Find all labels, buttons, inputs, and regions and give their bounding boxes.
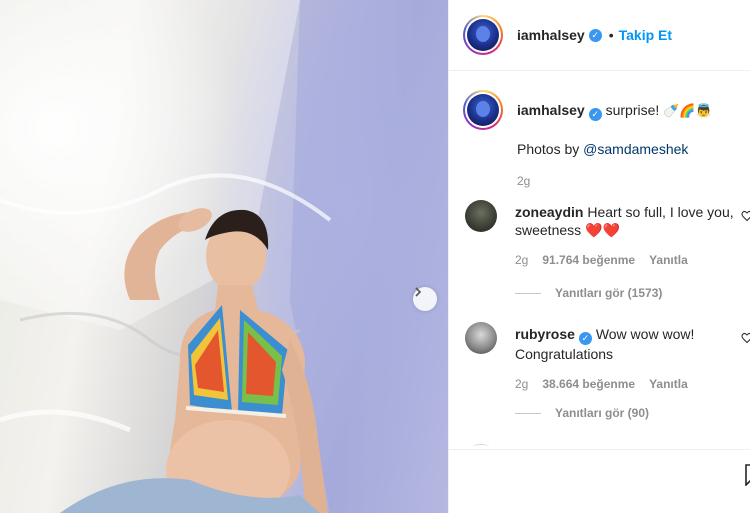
comment-username[interactable]: zoneaydin	[515, 204, 583, 220]
reply-button[interactable]: Yanıtla	[649, 253, 688, 267]
caption-mention-link[interactable]: @samdameshek	[583, 141, 688, 157]
heart-outline-icon[interactable]	[741, 332, 750, 344]
next-photo-button[interactable]	[413, 287, 437, 311]
comments-list[interactable]: iamhalsey ✓ surprise! 🍼🌈👼 Photos by @samd…	[449, 72, 750, 449]
view-replies-label: Yanıtları gör (90)	[555, 406, 650, 420]
comment-emoji: ❤️❤️	[585, 222, 620, 238]
verified-badge-icon: ✓	[578, 331, 592, 345]
chevron-right-icon	[415, 287, 422, 297]
view-replies-button[interactable]: Yanıtları gör (1573)	[515, 286, 662, 300]
post-header: iamhalsey ✓ • Takip Et	[449, 0, 750, 71]
reply-button[interactable]: Yanıtla	[649, 377, 688, 391]
comment-timestamp[interactable]: 2g	[515, 253, 528, 267]
view-replies-button[interactable]: Yanıtları gör (90)	[515, 406, 649, 420]
comment-likes[interactable]: 38.664 beğenme	[542, 377, 635, 391]
caption-emoji: 🍼🌈👼	[663, 103, 712, 118]
heart-outline-icon[interactable]	[741, 210, 750, 222]
bookmark-icon[interactable]	[745, 464, 750, 486]
author-avatar[interactable]	[463, 15, 503, 55]
comment-text: Wow wow wow!	[595, 326, 695, 342]
caption-timestamp[interactable]: 2g	[517, 174, 530, 188]
post-photo[interactable]	[0, 0, 448, 513]
comment-item: rubyrose ✓ Wow wow wow! Congratulations 2…	[465, 322, 735, 391]
action-bar	[449, 449, 750, 513]
caption-text: surprise!	[605, 102, 660, 118]
comment-likes[interactable]: 91.764 beğenme	[542, 253, 635, 267]
view-replies-label: Yanıtları gör (1573)	[555, 286, 663, 300]
comment-timestamp[interactable]: 2g	[515, 377, 528, 391]
photo-illustration	[0, 0, 448, 513]
author-username[interactable]: iamhalsey	[517, 27, 585, 43]
follow-button[interactable]: Takip Et	[619, 27, 672, 43]
verified-badge-icon: ✓	[588, 28, 602, 42]
post-caption: iamhalsey ✓ surprise! 🍼🌈👼 Photos by @samd…	[463, 90, 747, 188]
comment-avatar[interactable]	[465, 322, 497, 354]
verified-badge-icon: ✓	[588, 107, 602, 121]
comment-username[interactable]: rubyrose	[515, 326, 575, 342]
caption-credit-prefix: Photos by	[517, 140, 584, 157]
comment-text-line2: Congratulations	[515, 345, 614, 362]
caption-author-avatar[interactable]	[463, 90, 503, 130]
caption-username[interactable]: iamhalsey	[517, 102, 585, 118]
comment-avatar[interactable]	[465, 200, 497, 232]
post-side-panel: iamhalsey ✓ • Takip Et iamhalsey ✓ surpri…	[448, 0, 750, 513]
comment-item: zoneaydin Heart so full, I love you, swe…	[465, 200, 735, 267]
separator-dot: •	[608, 27, 614, 43]
